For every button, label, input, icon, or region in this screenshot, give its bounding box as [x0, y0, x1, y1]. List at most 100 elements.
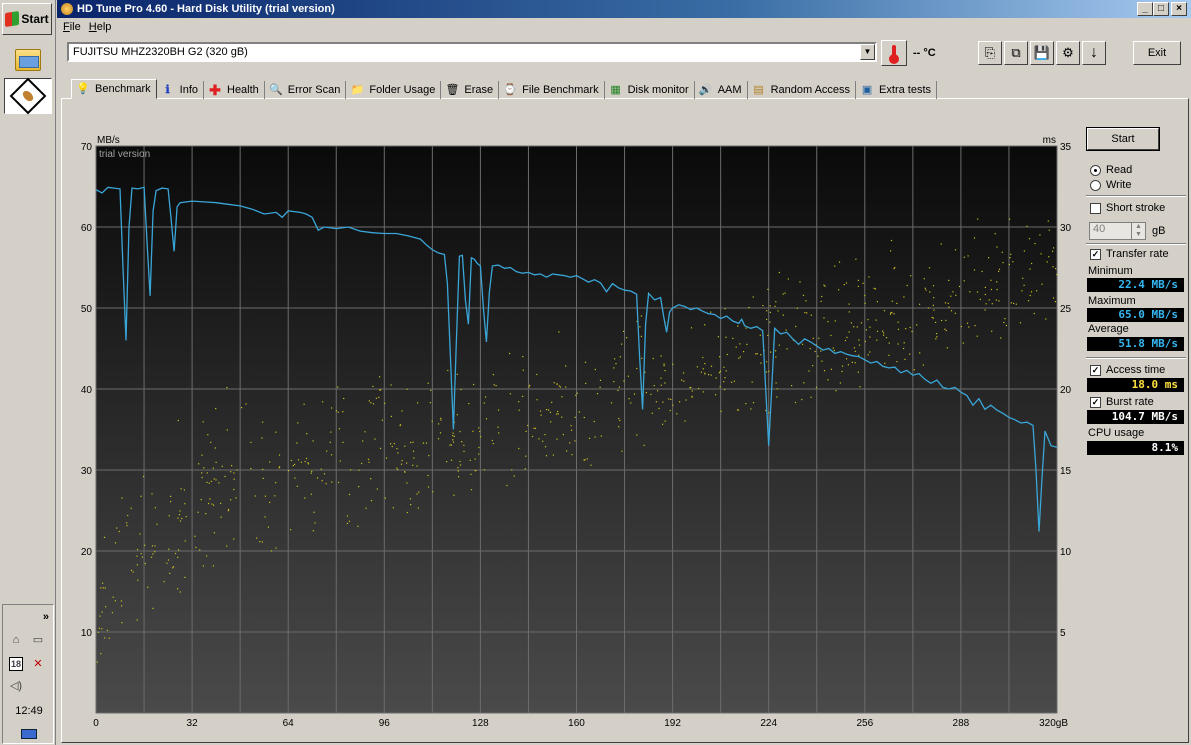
access-time-point [168, 548, 170, 550]
short-stroke-checkbox[interactable]: Short stroke [1090, 201, 1165, 215]
access-time-point [546, 409, 548, 411]
access-time-point [297, 422, 299, 424]
access-time-point [401, 410, 403, 412]
access-time-checkbox[interactable]: ✓ Access time [1090, 363, 1165, 377]
access-time-point [765, 371, 768, 373]
write-radio[interactable]: Write [1090, 178, 1131, 192]
benchmark-chart-area: 70 60 50 40 30 20 10 35 30 25 20 15 10 5 0 32 64 96 128 160… [57, 0, 1191, 745]
access-time-point [362, 440, 364, 442]
access-time-point [777, 310, 779, 312]
access-time-point [818, 337, 820, 339]
access-time-point [806, 312, 808, 314]
access-time-point [672, 363, 674, 365]
hdtune-taskbar-button[interactable] [4, 77, 52, 115]
access-time-point [177, 588, 179, 590]
start-label: Start [21, 12, 49, 26]
access-time-point [396, 467, 398, 469]
access-time-point [776, 396, 778, 398]
maximum-label: Maximum [1088, 295, 1136, 307]
access-time-point [623, 330, 625, 332]
start-button[interactable]: Start [2, 3, 52, 35]
access-time-point [184, 503, 186, 505]
access-time-point [461, 441, 463, 443]
access-time-point [169, 572, 171, 574]
access-time-point [618, 426, 620, 428]
access-time-point [262, 421, 264, 423]
access-time-point [483, 402, 485, 404]
access-time-point [936, 336, 938, 338]
access-time-point [140, 553, 142, 555]
access-time-point [932, 285, 935, 287]
access-time-point [384, 497, 386, 499]
display-icon[interactable]: ▭ [31, 633, 45, 647]
access-time-point [556, 438, 558, 440]
start-benchmark-button[interactable]: Start [1086, 127, 1160, 151]
access-time-point [170, 501, 172, 503]
access-time-point [492, 374, 494, 376]
access-time-point [891, 311, 893, 314]
access-time-point [853, 347, 855, 349]
access-time-point [776, 388, 778, 390]
y-tick-right: 15 [1060, 466, 1072, 477]
access-time-point [375, 397, 377, 399]
show-desktop-icon[interactable] [21, 729, 37, 739]
access-time-point [1055, 268, 1057, 270]
access-time-point [897, 343, 899, 345]
access-time-point [365, 507, 367, 509]
access-time-point [540, 414, 542, 416]
access-time-point [213, 478, 215, 480]
access-time-point [723, 381, 725, 383]
access-time-point [136, 555, 138, 557]
access-time-point [830, 368, 832, 370]
access-time-point [770, 351, 772, 353]
access-time-point [991, 303, 993, 305]
read-radio[interactable]: Read [1090, 163, 1132, 177]
access-time-point [966, 322, 969, 324]
access-time-point [518, 409, 520, 411]
access-time-point [376, 488, 378, 490]
access-time-point [316, 477, 319, 479]
access-time-point [571, 454, 573, 456]
network-disconnected-icon[interactable]: ✕ [31, 657, 45, 671]
transfer-rate-checkbox[interactable]: ✓ Transfer rate [1090, 247, 1169, 261]
access-time-point [876, 301, 878, 303]
short-stroke-spinner[interactable]: ▲ ▼ [1131, 223, 1145, 239]
calendar-icon[interactable]: 18 [9, 657, 23, 671]
access-time-point [990, 279, 992, 281]
access-time-point [101, 611, 103, 613]
access-time-point [743, 351, 745, 353]
access-time-point [844, 339, 847, 342]
tray-expand-button[interactable]: » [43, 611, 49, 623]
access-time-point [903, 296, 905, 298]
access-time-point [141, 556, 143, 558]
access-time-point [767, 288, 769, 290]
access-time-point [214, 447, 216, 449]
access-time-point [636, 367, 638, 370]
access-time-point [210, 480, 212, 482]
access-time-point [544, 446, 547, 448]
x-tick: 32 [187, 718, 199, 729]
burst-rate-checkbox[interactable]: ✓ Burst rate [1090, 395, 1154, 409]
explorer-taskbar-button[interactable] [4, 42, 52, 78]
access-time-point [206, 472, 208, 474]
access-time-point [823, 284, 825, 286]
network-icon[interactable]: ⌂ [9, 633, 23, 647]
hdtune-window: HD Tune Pro 4.60 - Hard Disk Utility (tr… [57, 0, 1191, 745]
access-time-point [397, 469, 399, 471]
access-time-point [396, 448, 398, 450]
access-time-point [574, 416, 576, 418]
access-time-point [679, 401, 681, 403]
volume-icon[interactable]: ◁) [9, 679, 23, 693]
access-time-point [475, 470, 477, 472]
access-time-point [483, 469, 485, 471]
access-time-point [628, 398, 630, 400]
access-time-point [1031, 262, 1033, 265]
access-time-point [391, 445, 393, 448]
access-time-point [170, 495, 172, 497]
access-time-point [909, 353, 911, 355]
access-time-point [979, 298, 981, 300]
y-tick-right: 25 [1060, 304, 1072, 315]
access-time-point [370, 402, 372, 404]
clock[interactable]: 12:49 [3, 705, 55, 717]
access-time-point [817, 355, 819, 357]
